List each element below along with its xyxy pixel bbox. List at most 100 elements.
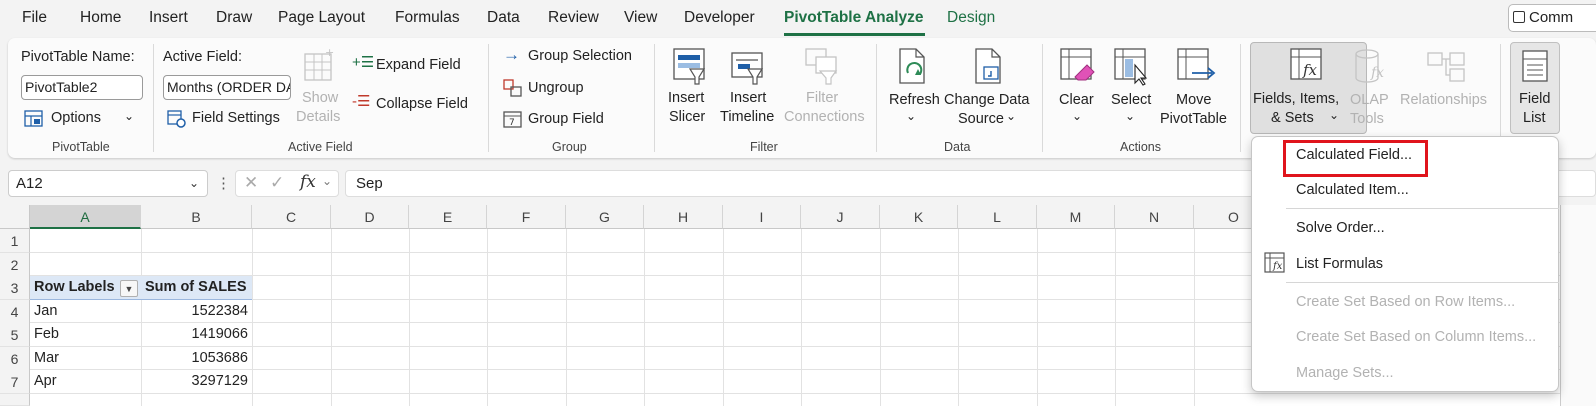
gridline bbox=[644, 229, 645, 406]
column-header-g[interactable]: G bbox=[566, 205, 644, 229]
column-header-k[interactable]: K bbox=[880, 205, 958, 229]
comments-button[interactable]: Comm bbox=[1508, 4, 1596, 32]
column-header-b[interactable]: B bbox=[141, 205, 252, 229]
expand-field-button[interactable]: +☰ Expand Field bbox=[352, 54, 472, 79]
column-header-n[interactable]: N bbox=[1115, 205, 1194, 229]
tab-pivottable-analyze[interactable]: PivotTable Analyze bbox=[784, 9, 924, 27]
filter-connections-label-2: Connections bbox=[784, 109, 865, 125]
select-all-corner[interactable] bbox=[0, 205, 30, 229]
name-box[interactable]: A12 ⌄ bbox=[8, 170, 208, 197]
row-header-1[interactable]: 1 bbox=[0, 229, 30, 253]
row-header-5[interactable]: 5 bbox=[0, 323, 30, 347]
column-header-l[interactable]: L bbox=[958, 205, 1037, 229]
pivot-row-value[interactable]: 1419066 bbox=[141, 323, 252, 347]
collapse-field-button[interactable]: -☰ Collapse Field bbox=[352, 93, 477, 118]
filter-dropdown-icon[interactable]: ▼ bbox=[120, 280, 138, 297]
group-field-button[interactable]: 7 Group Field bbox=[503, 108, 613, 132]
refresh-button[interactable]: Refresh ⌄ bbox=[887, 45, 940, 127]
svg-text:fx: fx bbox=[1302, 61, 1318, 79]
enter-icon[interactable]: ✓ bbox=[270, 173, 284, 193]
pivot-row-label[interactable]: Mar bbox=[30, 347, 141, 371]
row-header-2[interactable]: 2 bbox=[0, 253, 30, 277]
insert-timeline-label-1: Insert bbox=[730, 90, 767, 106]
move-pivottable-icon bbox=[1177, 48, 1216, 80]
pivot-row-label[interactable]: Jan bbox=[30, 300, 141, 324]
gridline bbox=[801, 229, 802, 406]
menu-item-create-set-columns[interactable]: Create Set Based on Column Items... bbox=[1296, 329, 1536, 345]
tab-file[interactable]: File bbox=[22, 9, 47, 27]
pivot-row-value[interactable]: 1053686 bbox=[141, 347, 252, 371]
select-button[interactable]: Select ⌄ bbox=[1107, 45, 1155, 127]
insert-function-icon[interactable]: fx bbox=[300, 172, 316, 192]
column-header-i[interactable]: I bbox=[723, 205, 801, 229]
row-header-6[interactable]: 6 bbox=[0, 347, 30, 371]
tab-view[interactable]: View bbox=[624, 9, 657, 27]
column-header-f[interactable]: F bbox=[487, 205, 566, 229]
column-header-d[interactable]: D bbox=[331, 205, 409, 229]
expand-field-label: Expand Field bbox=[376, 57, 461, 73]
row-header-3[interactable]: 3 bbox=[0, 276, 30, 300]
tab-data[interactable]: Data bbox=[487, 9, 520, 27]
options-button[interactable]: Options ⌄ bbox=[24, 108, 142, 132]
pivot-row-value[interactable]: 3297129 bbox=[141, 370, 252, 394]
column-header-c[interactable]: C bbox=[252, 205, 331, 229]
group-divider bbox=[488, 44, 489, 152]
ungroup-label: Ungroup bbox=[528, 80, 584, 96]
olap-tools-button[interactable]: fx OLAP Tools bbox=[1348, 45, 1396, 127]
pivot-row-value[interactable]: 1522384 bbox=[141, 300, 252, 324]
tab-developer[interactable]: Developer bbox=[684, 9, 755, 27]
pivot-row-label[interactable]: Feb bbox=[30, 323, 141, 347]
row-header-4[interactable]: 4 bbox=[0, 300, 30, 324]
gridline bbox=[1037, 229, 1038, 406]
row-header-8[interactable] bbox=[0, 394, 30, 406]
active-field-input[interactable]: Months (ORDER DA bbox=[163, 75, 291, 100]
collapse-icon: -☰ bbox=[352, 93, 371, 110]
ungroup-button[interactable]: Ungroup bbox=[503, 77, 603, 101]
comments-label: Comm bbox=[1529, 9, 1574, 26]
clear-button[interactable]: Clear ⌄ bbox=[1055, 45, 1099, 127]
insert-timeline-button[interactable]: Insert Timeline bbox=[718, 45, 780, 127]
refresh-icon bbox=[899, 48, 925, 84]
menu-item-solve-order[interactable]: Solve Order... bbox=[1296, 220, 1385, 236]
more-options-icon[interactable]: ⋮ bbox=[216, 174, 231, 192]
tab-page-layout[interactable]: Page Layout bbox=[278, 9, 365, 27]
tab-formulas[interactable]: Formulas bbox=[395, 9, 460, 27]
chevron-down-icon[interactable]: ⌄ bbox=[189, 176, 199, 190]
tab-home[interactable]: Home bbox=[80, 9, 121, 27]
group-label-filter: Filter bbox=[750, 140, 778, 154]
show-details-button[interactable]: + Show Details bbox=[296, 45, 344, 127]
row-header-7[interactable]: 7 bbox=[0, 370, 30, 394]
tab-insert[interactable]: Insert bbox=[149, 9, 188, 27]
pivottable-name-input[interactable]: PivotTable2 bbox=[21, 75, 143, 100]
change-data-source-button[interactable]: Change Data Source ⌄ bbox=[944, 45, 1032, 127]
group-label-pivottable: PivotTable bbox=[52, 140, 110, 154]
field-list-label-2: List bbox=[1523, 110, 1546, 126]
chevron-down-icon: ⌄ bbox=[124, 109, 135, 123]
filter-connections-button[interactable]: Filter Connections bbox=[784, 45, 866, 127]
pivot-header-sum-of-sales[interactable]: Sum of SALES bbox=[141, 276, 252, 300]
relationships-button[interactable]: Relationships bbox=[1400, 45, 1492, 127]
chevron-down-icon[interactable]: ⌄ bbox=[322, 174, 332, 188]
column-header-e[interactable]: E bbox=[409, 205, 487, 229]
insert-slicer-button[interactable]: Insert Slicer bbox=[666, 45, 714, 127]
column-header-a[interactable]: A bbox=[30, 205, 141, 229]
group-label-group: Group bbox=[552, 140, 587, 154]
cancel-icon[interactable]: ✕ bbox=[244, 173, 258, 193]
menu-item-create-set-rows[interactable]: Create Set Based on Row Items... bbox=[1296, 294, 1515, 310]
move-pivottable-button[interactable]: Move PivotTable bbox=[1160, 45, 1230, 127]
menu-item-list-formulas[interactable]: List Formulas bbox=[1296, 256, 1383, 272]
tab-draw[interactable]: Draw bbox=[216, 9, 252, 27]
tab-design[interactable]: Design bbox=[947, 9, 995, 27]
field-settings-button[interactable]: Field Settings bbox=[167, 108, 287, 132]
column-header-j[interactable]: J bbox=[801, 205, 880, 229]
column-header-h[interactable]: H bbox=[644, 205, 723, 229]
tab-review[interactable]: Review bbox=[548, 9, 599, 27]
column-header-m[interactable]: M bbox=[1037, 205, 1115, 229]
group-selection-button[interactable]: → Group Selection bbox=[503, 45, 643, 69]
menu-item-manage-sets[interactable]: Manage Sets... bbox=[1296, 365, 1394, 381]
field-list-button[interactable]: Field List bbox=[1510, 42, 1560, 134]
pivot-row-label[interactable]: Apr bbox=[30, 370, 141, 394]
active-field-label: Active Field: bbox=[163, 49, 242, 65]
arrow-right-icon: → bbox=[503, 45, 520, 64]
menu-item-calculated-item[interactable]: Calculated Item... bbox=[1296, 182, 1409, 198]
